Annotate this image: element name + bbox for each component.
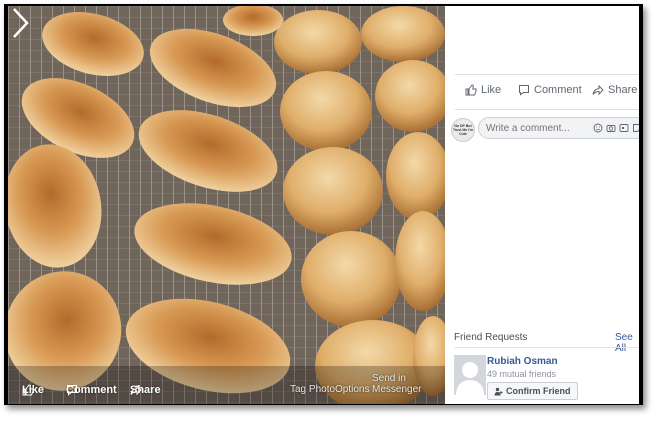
thumbs-up-icon — [22, 384, 34, 396]
comment-composer: No DP But Trust Me I'm Cute — [451, 116, 639, 142]
send-in-messenger-link[interactable]: Send in Messenger — [372, 373, 445, 395]
friend-requests-title: Friend Requests — [454, 332, 528, 343]
gif-icon[interactable] — [619, 123, 629, 133]
comment-icon — [67, 385, 77, 396]
share-arrow-icon — [592, 84, 604, 96]
photo-like-button[interactable]: Like — [22, 384, 44, 396]
photo-action-bar: Like Comment Share Tag Photo Options Sen… — [8, 373, 445, 404]
tag-photo-link[interactable]: Tag Photo — [290, 384, 335, 395]
options-link[interactable]: Options — [335, 384, 369, 395]
photo-sidebar: Like Comment Share No DP But Trust Me I'… — [445, 6, 639, 404]
user-avatar: No DP But Trust Me I'm Cute — [451, 118, 475, 142]
photo-area[interactable]: Like Comment Share Tag Photo Options Sen… — [8, 6, 445, 404]
comment-icon — [519, 85, 529, 96]
mutual-friends-count[interactable]: 49 mutual friends — [487, 369, 556, 379]
confirm-friend-button[interactable]: Confirm Friend — [487, 382, 578, 400]
emoji-icon[interactable] — [593, 123, 603, 133]
next-photo-arrow-icon[interactable] — [8, 6, 32, 40]
sidebar-share-button[interactable]: Share — [592, 84, 637, 96]
sidebar-like-button[interactable]: Like — [465, 84, 501, 96]
sidebar-comment-label: Comment — [534, 84, 582, 96]
sidebar-action-bar: Like Comment Share — [455, 74, 639, 110]
add-friend-icon — [494, 387, 503, 395]
comment-tools — [593, 123, 639, 133]
confirm-friend-label: Confirm Friend — [506, 386, 571, 396]
bread-photo — [8, 6, 445, 404]
sidebar-like-label: Like — [481, 84, 502, 96]
default-profile-silhouette-icon — [454, 355, 486, 395]
divider — [454, 347, 639, 348]
avatar-text: No DP But Trust Me I'm Cute — [452, 124, 474, 136]
photo-comment-button[interactable]: Comment — [66, 384, 117, 396]
thumbs-up-icon — [465, 84, 477, 96]
see-all-link[interactable]: See All — [615, 332, 639, 354]
photo-share-button[interactable]: Share — [130, 384, 161, 396]
friend-request-name[interactable]: Rubiah Osman — [487, 356, 558, 367]
sticker-icon[interactable] — [632, 123, 639, 133]
sidebar-share-label: Share — [608, 84, 638, 96]
camera-icon[interactable] — [606, 123, 616, 133]
friend-request-avatar[interactable] — [454, 355, 486, 395]
share-arrow-icon — [130, 384, 142, 396]
sidebar-comment-button[interactable]: Comment — [518, 84, 582, 96]
